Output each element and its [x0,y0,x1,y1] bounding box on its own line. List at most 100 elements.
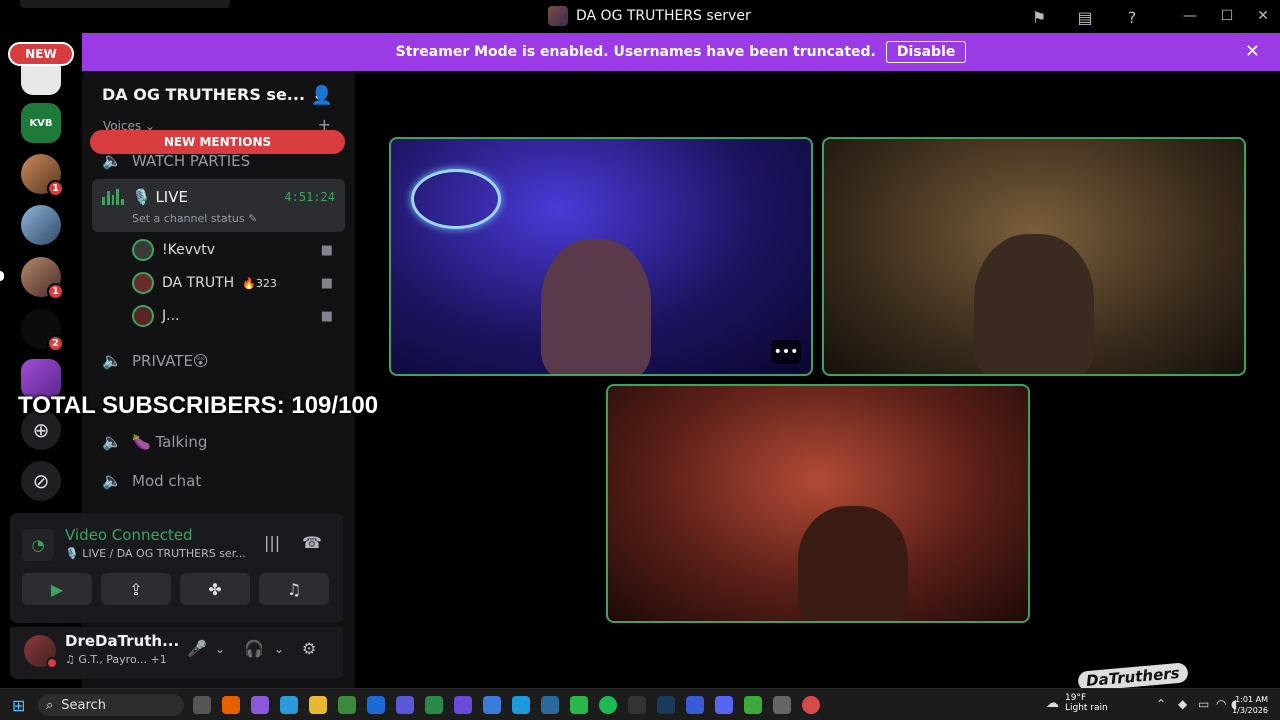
taskbar-search[interactable]: ⌕ Search [38,694,184,716]
voice-connection-panel: ◔ Video Connected 🎙️ LIVE / DA OG TRUTHE… [10,513,343,623]
weather-widget[interactable]: ☁ 19°F Light rain [1046,693,1108,713]
speaker-icon: 🔈 [102,151,122,170]
disconnect-icon[interactable]: ☎ [302,533,322,552]
edge-icon[interactable] [280,696,298,714]
chevron-down-icon[interactable]: ⌄ [274,642,284,656]
channel-status[interactable]: Set a channel status ✎ [132,212,257,225]
start-icon[interactable]: ⊞ [12,696,25,715]
app-icon[interactable] [338,696,356,714]
flag-icon[interactable]: ⚑ [1028,6,1050,28]
guild-kvb[interactable]: KVB [21,103,61,143]
chevron-down-icon[interactable]: ⌄ [215,642,225,656]
discover-icon[interactable]: ⊘ [21,461,61,501]
channel-label: 🍆 Talking [132,432,208,451]
channel-talking[interactable]: 🔈 🍆 Talking [102,432,207,451]
signal-icon[interactable]: ◔ [22,529,54,561]
file-explorer-icon[interactable] [309,696,327,714]
xbox-icon[interactable] [744,696,762,714]
speaker-icon: 🔈 [102,471,122,490]
screen-share-button[interactable]: ⇪ [101,573,171,605]
voice-status-title[interactable]: Video Connected [65,526,193,544]
channel-private[interactable]: 🔈 PRIVATE😲 [102,351,209,370]
app-icon[interactable] [512,696,530,714]
guild-server-4[interactable] [21,205,61,245]
minimize-icon[interactable]: — [1177,4,1203,28]
voice-status-subtitle: 🎙️ LIVE / DA OG TRUTHERS ser... [65,547,246,560]
noise-suppression-icon[interactable]: ||| [264,533,280,552]
disable-button[interactable]: Disable [885,41,967,63]
channel-watch-parties[interactable]: 🔈 WATCH PARTIES [102,151,250,170]
firefox-icon[interactable] [222,696,240,714]
channel-live[interactable]: 🎙️ LIVE 4:51:24 Set a channel status ✎ [92,179,345,232]
unread-badge: 2 [47,335,64,352]
guild-phantoms[interactable]: 2 [21,309,64,352]
tray-chevron-icon[interactable]: ⌃ [1156,697,1166,711]
help-icon[interactable]: ? [1121,6,1143,28]
app-icon[interactable] [483,696,501,714]
server-thumbnail [548,6,568,26]
subscriber-counter-overlay: TOTAL SUBSCRIBERS: 109/100 [18,392,379,419]
channel-label: Mod chat [132,471,202,490]
inbox-icon[interactable]: ▤ [1074,6,1096,28]
microphone-icon[interactable]: 🎤 [187,639,207,658]
close-icon[interactable]: ✕ [1245,41,1260,62]
neon-sign [411,169,501,229]
invite-icon[interactable]: 👤 [311,85,333,106]
video-tile-kevvtv[interactable]: ••• [389,137,813,376]
close-window-icon[interactable]: ✕ [1250,4,1276,28]
camera-icon: ■ [320,243,333,258]
selected-pip [0,271,4,281]
avatar [132,239,154,261]
channel-mod-chat[interactable]: 🔈 Mod chat [102,471,201,490]
username[interactable]: DreDaTruth... [65,632,179,650]
task-view-icon[interactable] [193,696,211,714]
title-bar: DA OG TRUTHERS server ⚑ ▤ ? — ☐ ✕ [0,0,1280,33]
camera-button[interactable]: ▶ [22,573,92,605]
maximize-icon[interactable]: ☐ [1214,4,1240,28]
server-header[interactable]: DA OG TRUTHERS se... ⌄ [102,85,323,104]
spotify-icon[interactable] [599,696,617,714]
headset-icon[interactable]: 🎧 [244,639,264,658]
wifi-icon[interactable]: ◠ [1216,697,1226,711]
new-pill[interactable]: NEW [8,42,74,66]
network-icon[interactable]: ▭ [1198,697,1209,711]
window-title: DA OG TRUTHERS server [548,6,751,26]
voice-user-name: !Kevvtv [162,242,216,258]
app-icon[interactable] [425,696,443,714]
copilot-icon[interactable] [251,696,269,714]
rain-cloud-icon: ☁ [1046,695,1059,711]
outlook-icon[interactable] [367,696,385,714]
video-tile-j[interactable] [606,384,1030,623]
voice-user[interactable]: DA TRUTH 🔥323 [132,272,277,294]
streamer-mode-banner: Streamer Mode is enabled. Usernames have… [82,33,1280,71]
app-icon[interactable] [541,696,559,714]
app-icon[interactable] [802,696,820,714]
activities-button[interactable]: ✤ [180,573,250,605]
epic-games-icon[interactable] [628,696,646,714]
video-tile-da-truth[interactable] [822,137,1246,376]
participant-figure [798,506,908,621]
soundboard-button[interactable]: ♫ [259,573,329,605]
search-label: Search [61,697,106,713]
app-icon[interactable] [686,696,704,714]
avatar [132,272,154,294]
voice-user[interactable]: J... [132,305,179,327]
windows-taskbar: ⊞ ⌕ Search ☁ 19°F Light rain ⌃ ◆ ▭ ◠ ◖ 1:… [0,688,1280,720]
voice-user[interactable]: !Kevvtv [132,239,215,261]
avatar[interactable] [24,635,58,669]
guild-server-5[interactable]: 1 [0,257,64,300]
app-icon[interactable] [570,696,588,714]
app-icon[interactable] [454,696,472,714]
speaker-icon: 🔈 [102,432,122,451]
tray-app-icon[interactable]: ◆ [1178,697,1187,711]
discord-icon[interactable] [715,696,733,714]
more-options-icon[interactable]: ••• [771,340,801,364]
settings-icon[interactable]: ⚙ [302,639,316,658]
participant-figure [541,239,651,374]
steam-icon[interactable] [657,696,675,714]
teams-icon[interactable] [396,696,414,714]
settings-app-icon[interactable] [773,696,791,714]
system-clock[interactable]: 1:01 AM 1/3/2026 [1232,694,1268,716]
voice-user-name: DA TRUTH [162,275,235,291]
guild-server-3[interactable]: 1 [21,154,64,197]
